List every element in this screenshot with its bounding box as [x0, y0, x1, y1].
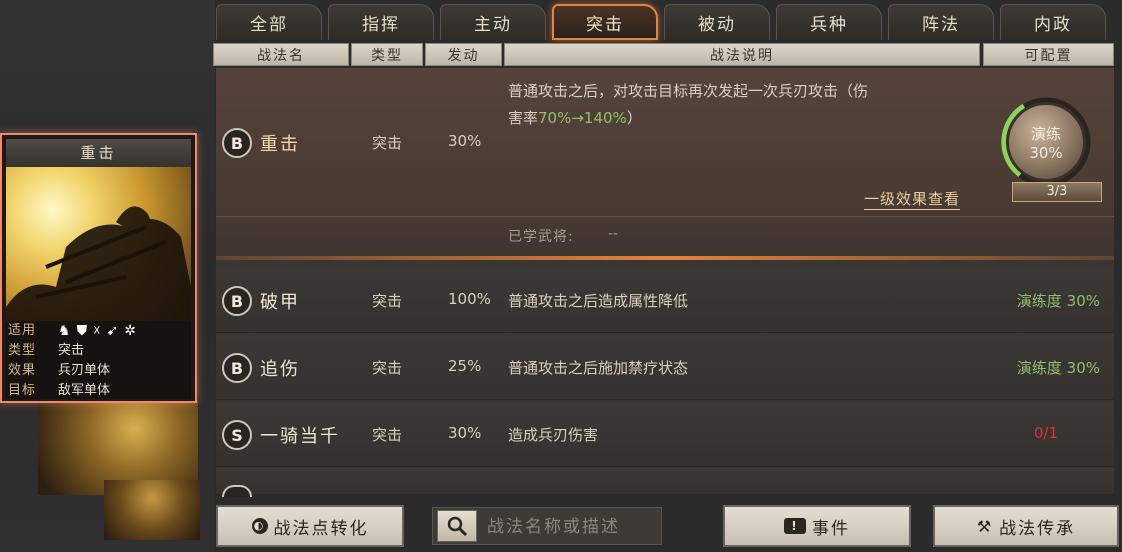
- card-info-target: 目标 敌军单体: [6, 381, 191, 399]
- learned-generals-label: 已学武将:: [508, 229, 574, 245]
- info-value: 突击: [58, 343, 85, 358]
- training-button[interactable]: 演练 30%: [1006, 102, 1086, 182]
- grade-badge: [222, 485, 252, 497]
- convert-icon: ◐: [251, 518, 268, 534]
- info-value: 兵刃单体: [58, 363, 111, 378]
- search-icon[interactable]: [437, 510, 477, 542]
- column-header-type[interactable]: 类型: [351, 43, 423, 66]
- training-label: 演练: [1030, 124, 1061, 143]
- grade-badge: B: [222, 353, 252, 383]
- divider: [216, 216, 1114, 217]
- skill-name: 破甲: [260, 292, 300, 313]
- column-header-name[interactable]: 战法名: [213, 43, 349, 66]
- column-header-config[interactable]: 可配置: [983, 43, 1114, 66]
- tab-assault[interactable]: 突击: [552, 4, 658, 40]
- shield-icon: ⛊: [76, 323, 94, 339]
- learned-generals-value: --: [608, 226, 619, 242]
- expanded-row-glow: [216, 256, 1114, 260]
- event-label: 事件: [812, 518, 850, 539]
- chariot-icon: ✲: [124, 323, 142, 339]
- skill-name: 追伤: [260, 359, 300, 380]
- skill-card[interactable]: 重击 适用 ♞⛊☓➹✲ 类型 突击 效果 兵刃单体 目标 敌军单体: [0, 133, 197, 403]
- training-value: 30%: [1029, 143, 1063, 162]
- desc-line-1: 普通攻击之后，对攻击目标再次发起一次兵刃攻击（伤: [508, 82, 869, 100]
- skill-description: 造成兵刃伤害: [508, 426, 599, 444]
- card-title: 重击: [6, 139, 191, 167]
- skill-description: 普通攻击之后施加禁疗状态: [508, 359, 689, 377]
- tab-command[interactable]: 指挥: [328, 4, 434, 40]
- skill-name: 一骑当千: [260, 426, 340, 447]
- grade-badge: B: [222, 286, 252, 316]
- card-info-effect: 效果 兵刃单体: [6, 361, 191, 381]
- unit-icons: ♞⛊☓➹✲: [58, 321, 142, 341]
- skill-name: 重击: [260, 134, 300, 155]
- alert-icon: !: [784, 518, 806, 534]
- skill-rate: 30%: [448, 424, 482, 442]
- level-effect-link[interactable]: 一级效果查看: [864, 188, 961, 210]
- info-key: 效果: [8, 363, 37, 378]
- convert-label: 战法点转化: [273, 518, 369, 539]
- card-info-type: 类型 突击: [6, 341, 191, 361]
- desc-highlight: 70%→140%: [538, 109, 627, 127]
- skill-training-level: 演练度 30%: [1016, 359, 1100, 377]
- tab-troop-type[interactable]: 兵种: [776, 4, 882, 40]
- inherit-label: 战法传承: [999, 518, 1076, 539]
- skill-row-partial[interactable]: [216, 469, 1114, 497]
- skill-training-level: 演练度 30%: [1016, 292, 1100, 310]
- column-header-rate[interactable]: 发动: [425, 43, 502, 66]
- column-header-desc: 战法说明: [504, 43, 980, 66]
- skill-row[interactable]: S 一骑当千 突击 30% 造成兵刃伤害 0/1: [216, 402, 1114, 467]
- training-count: 3/3: [1012, 182, 1102, 202]
- spear-icon: ➹: [106, 323, 125, 339]
- magnifier-icon: [447, 516, 468, 537]
- tab-internal[interactable]: 内政: [1000, 4, 1106, 40]
- info-key: 目标: [8, 383, 37, 398]
- card-info-applicable: 适用 ♞⛊☓➹✲: [6, 321, 191, 341]
- tab-formation[interactable]: 阵法: [888, 4, 994, 40]
- search-box[interactable]: [432, 507, 662, 545]
- skill-type: 突击: [372, 359, 403, 377]
- skill-config-count: 0/1: [1033, 424, 1058, 442]
- tab-active[interactable]: 主动: [440, 4, 546, 40]
- cavalry-icon: ♞: [58, 323, 77, 339]
- info-key: 适用: [8, 323, 37, 338]
- desc-prefix: 害率: [508, 109, 539, 127]
- desc-suffix: ）: [626, 109, 642, 127]
- hammer-icon: ⚒: [976, 516, 994, 536]
- info-key: 类型: [8, 343, 37, 358]
- skill-rate: 30%: [448, 132, 482, 150]
- tab-bar: 全部 指挥 主动 突击 被动 兵种 阵法 内政: [216, 2, 1114, 42]
- inherit-skill-button[interactable]: ⚒ 战法传承: [933, 505, 1119, 547]
- event-button[interactable]: ! 事件: [723, 505, 911, 547]
- grade-badge: B: [222, 128, 252, 158]
- tab-passive[interactable]: 被动: [664, 4, 770, 40]
- card-stack-art: [104, 480, 200, 540]
- skill-description: 普通攻击之后造成属性降低: [508, 292, 689, 310]
- skill-description: 普通攻击之后，对攻击目标再次发起一次兵刃攻击（伤 害率70%→140%）: [508, 78, 988, 132]
- skill-row[interactable]: B 破甲 突击 100% 普通攻击之后造成属性降低 演练度 30%: [216, 268, 1114, 333]
- skill-type: 突击: [372, 426, 403, 444]
- skill-row-expanded[interactable]: B 重击 突击 30% 普通攻击之后，对攻击目标再次发起一次兵刃攻击（伤 害率7…: [216, 68, 1114, 260]
- bow-icon: ☓: [93, 323, 107, 339]
- skill-type: 突击: [372, 134, 403, 152]
- tab-all[interactable]: 全部: [216, 4, 322, 40]
- skill-row[interactable]: B 追伤 突击 25% 普通攻击之后施加禁疗状态 演练度 30%: [216, 335, 1114, 400]
- info-value: 敌军单体: [58, 383, 111, 398]
- skill-rate: 100%: [448, 290, 491, 308]
- grade-badge: S: [222, 420, 252, 450]
- search-input[interactable]: [485, 512, 659, 542]
- desc-line-2: 害率70%→140%）: [508, 105, 988, 132]
- convert-points-button[interactable]: ◐ 战法点转化: [216, 505, 404, 547]
- skill-type: 突击: [372, 292, 403, 310]
- skill-rate: 25%: [448, 357, 482, 375]
- skill-list[interactable]: B 重击 突击 30% 普通攻击之后，对攻击目标再次发起一次兵刃攻击（伤 害率7…: [216, 68, 1114, 497]
